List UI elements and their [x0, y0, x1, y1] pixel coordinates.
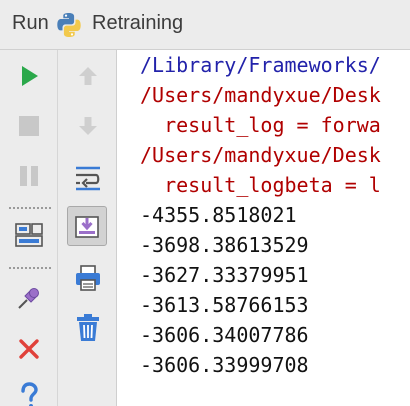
stop-button[interactable] [9, 106, 49, 146]
console-line[interactable]: /Users/mandyxue/Desk [140, 80, 381, 110]
help-icon [17, 381, 41, 406]
console-line: -3613.58766153 [140, 293, 309, 317]
rerun-icon [17, 64, 41, 88]
stop-icon [17, 114, 41, 138]
pin-icon [15, 284, 43, 312]
clear-all-button[interactable] [68, 308, 108, 348]
up-arrow-icon [76, 64, 100, 88]
print-button[interactable] [68, 258, 108, 298]
run-tool-window-header: Run Retraining [0, 0, 410, 50]
restore-layout-button[interactable] [9, 215, 49, 255]
trash-icon [75, 313, 101, 343]
layout-icon [15, 222, 43, 248]
next-occurrence-button[interactable] [68, 106, 108, 146]
python-icon [55, 11, 83, 39]
previous-occurrence-button[interactable] [68, 56, 108, 96]
help-button[interactable] [9, 376, 49, 406]
scroll-to-end-button[interactable] [67, 206, 107, 246]
console-line: result_log = forwa [140, 113, 381, 137]
run-toolbar-secondary [58, 50, 117, 406]
pin-tab-button[interactable] [9, 278, 49, 318]
console-line: result_logbeta = l [140, 173, 381, 197]
console-line: -3627.33379951 [140, 263, 309, 287]
console-line: -3606.33999708 [140, 353, 309, 377]
console-line[interactable]: /Library/Frameworks/ [140, 50, 381, 80]
pause-button[interactable] [9, 156, 49, 196]
pause-icon [17, 164, 41, 188]
close-icon [17, 337, 41, 361]
console-line: -3698.38613529 [140, 233, 309, 257]
console-line[interactable]: /Users/mandyxue/Desk [140, 140, 381, 170]
run-tab-label[interactable]: Run [12, 12, 49, 35]
toolbar-separator [9, 207, 51, 209]
console-line: -4355.8518021 [140, 203, 297, 227]
run-configuration-name: Retraining [92, 12, 184, 34]
console-output[interactable]: /Library/Frameworks/ /Users/mandyxue/Des… [118, 50, 410, 406]
soft-wrap-icon [74, 165, 102, 191]
rerun-button[interactable] [9, 56, 49, 96]
down-arrow-icon [76, 114, 100, 138]
console-line: -3606.34007786 [140, 323, 309, 347]
soft-wrap-button[interactable] [68, 158, 108, 198]
scroll-to-end-icon [74, 213, 100, 239]
run-toolbar-primary [0, 50, 58, 406]
close-button[interactable] [9, 329, 49, 369]
toolbar-separator [9, 267, 51, 269]
print-icon [74, 264, 102, 292]
